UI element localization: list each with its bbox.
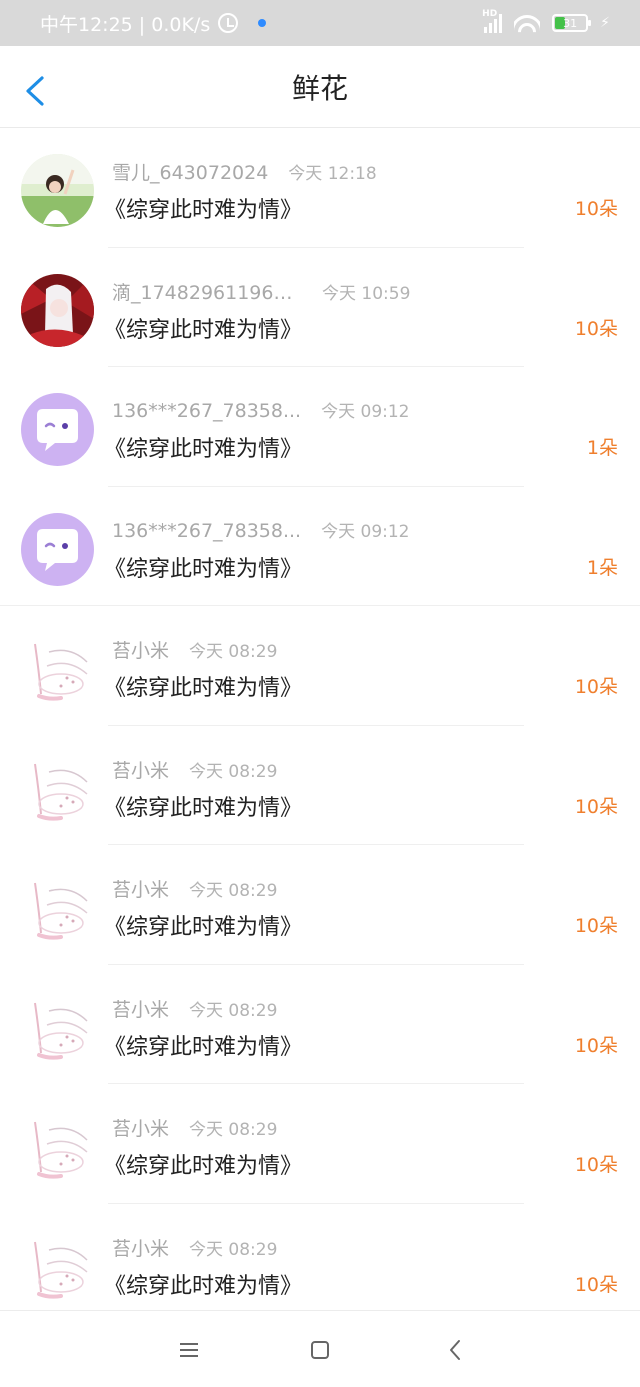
gift-time: 今天 08:29 xyxy=(189,1000,278,1021)
user-name[interactable]: 雪儿_643072024 xyxy=(112,158,268,185)
flower-count: 10朵 xyxy=(574,317,618,340)
page-title: 鲜花 xyxy=(291,71,348,105)
flower-count: 1朵 xyxy=(586,556,618,579)
system-nav-bar xyxy=(0,1310,640,1387)
user-name[interactable]: 136***267_78358... xyxy=(112,400,301,422)
sketch-bunny-avatar[interactable] xyxy=(21,1110,94,1183)
user-name[interactable]: 苔小米 xyxy=(112,756,169,783)
gift-time: 今天 08:29 xyxy=(189,881,278,901)
anime-red-avatar[interactable] xyxy=(21,273,94,347)
name-line: 滴_174829611961... 今天 10:59 xyxy=(112,278,410,305)
default-chat-avatar[interactable] xyxy=(21,512,94,586)
user-name[interactable]: 苔小米 xyxy=(112,636,169,663)
list-item[interactable]: 苔小米 今天 08:29 《综穿此时难为情》 10朵 xyxy=(0,965,640,1084)
menu-icon xyxy=(180,1343,198,1357)
back-button[interactable] xyxy=(24,76,48,106)
sketch-bunny-avatar[interactable] xyxy=(21,990,94,1064)
notification-dot-icon xyxy=(258,19,267,27)
list-item[interactable]: 苔小米 今天 08:29 《综穿此时难为情》 10朵 xyxy=(0,1084,640,1204)
battery-level: 31 xyxy=(563,16,578,30)
name-line: 苔小米 今天 08:29 xyxy=(112,756,277,783)
flower-count: 10朵 xyxy=(574,915,618,937)
gift-time: 今天 08:29 xyxy=(189,761,278,782)
app-header: 鲜花 xyxy=(0,46,640,128)
book-title[interactable]: 《综穿此时难为情》 xyxy=(104,1268,302,1300)
photo-girl-avatar[interactable] xyxy=(21,154,94,227)
list-item[interactable]: 滴_174829611961... 今天 10:59 《综穿此时难为情》 10朵 xyxy=(0,248,640,367)
gift-time: 今天 09:12 xyxy=(321,521,410,542)
home-square-icon xyxy=(311,1341,329,1359)
name-line: 苔小米 今天 08:29 xyxy=(112,875,277,902)
user-name[interactable]: 苔小米 xyxy=(112,1114,169,1141)
flower-count: 1朵 xyxy=(586,437,618,459)
list-item[interactable]: 雪儿_643072024 今天 12:18 《综穿此时难为情》 10朵 xyxy=(0,128,640,248)
gift-time: 今天 08:29 xyxy=(189,642,278,662)
book-title[interactable]: 《综穿此时难为情》 xyxy=(104,551,302,583)
nav-back-button[interactable] xyxy=(440,1335,470,1365)
book-title[interactable]: 《综穿此时难为情》 xyxy=(104,909,302,941)
book-title[interactable]: 《综穿此时难为情》 xyxy=(104,670,302,702)
menu-button[interactable] xyxy=(174,1335,204,1365)
status-left: 中午12:25 | 0.0K/s xyxy=(40,10,267,37)
list-item[interactable]: 136***267_78358... 今天 09:12 《综穿此时难为情》 1朵 xyxy=(0,487,640,606)
signal-icon: HD xyxy=(482,9,503,33)
flower-count: 10朵 xyxy=(574,795,618,818)
book-title[interactable]: 《综穿此时难为情》 xyxy=(104,431,302,463)
wifi-icon xyxy=(514,13,540,33)
list-item[interactable]: 苔小米 今天 08:29 《综穿此时难为情》 10朵 xyxy=(0,606,640,726)
alarm-clock-icon xyxy=(218,13,239,33)
name-line: 136***267_78358... 今天 09:12 xyxy=(112,517,410,542)
battery-icon: 31 xyxy=(552,14,592,32)
name-line: 苔小米 今天 08:29 xyxy=(112,1234,277,1261)
status-bar: 中午12:25 | 0.0K/s HD 31 ⚡ xyxy=(0,0,640,46)
charging-bolt-icon: ⚡ xyxy=(600,15,610,31)
back-arrow-icon xyxy=(26,76,44,106)
sketch-bunny-avatar[interactable] xyxy=(21,632,94,705)
sketch-bunny-avatar[interactable] xyxy=(21,1229,94,1303)
name-line: 136***267_78358... 今天 09:12 xyxy=(112,397,410,422)
name-line: 雪儿_643072024 今天 12:18 xyxy=(112,158,377,185)
name-line: 苔小米 今天 08:29 xyxy=(112,995,277,1022)
user-name[interactable]: 滴_174829611961... xyxy=(112,278,302,305)
gift-list: 雪儿_643072024 今天 12:18 《综穿此时难为情》 10朵 滴_174829… xyxy=(0,128,640,1323)
name-line: 苔小米 今天 08:29 xyxy=(112,1114,277,1141)
status-right: HD 31 ⚡ xyxy=(482,9,610,33)
flower-count: 10朵 xyxy=(574,1154,618,1176)
flower-count: 10朵 xyxy=(574,1273,618,1296)
user-name[interactable]: 苔小米 xyxy=(112,1234,169,1261)
flower-count: 10朵 xyxy=(574,676,618,698)
gift-time: 今天 09:12 xyxy=(321,402,410,422)
back-chevron-icon xyxy=(450,1340,460,1360)
flower-count: 10朵 xyxy=(574,198,618,220)
default-chat-avatar[interactable] xyxy=(21,393,94,466)
book-title[interactable]: 《综穿此时难为情》 xyxy=(104,790,302,822)
user-name[interactable]: 136***267_78358... xyxy=(112,520,301,542)
user-name[interactable]: 苔小米 xyxy=(112,875,169,902)
book-title[interactable]: 《综穿此时难为情》 xyxy=(104,192,302,224)
status-time-speed: 中午12:25 | 0.0K/s xyxy=(40,13,211,36)
gift-time: 今天 08:29 xyxy=(189,1120,278,1140)
flower-count: 10朵 xyxy=(574,1034,618,1057)
list-item[interactable]: 苔小米 今天 08:29 《综穿此时难为情》 10朵 xyxy=(0,726,640,845)
list-item[interactable]: 苔小米 今天 08:29 《综穿此时难为情》 10朵 xyxy=(0,845,640,965)
book-title[interactable]: 《综穿此时难为情》 xyxy=(104,1148,302,1180)
user-name[interactable]: 苔小米 xyxy=(112,995,169,1022)
name-line: 苔小米 今天 08:29 xyxy=(112,636,277,663)
book-title[interactable]: 《综穿此时难为情》 xyxy=(104,312,302,344)
home-button[interactable] xyxy=(305,1335,335,1365)
list-item[interactable]: 136***267_78358... 今天 09:12 《综穿此时难为情》 1朵 xyxy=(0,367,640,487)
sketch-bunny-avatar[interactable] xyxy=(21,871,94,944)
sketch-bunny-avatar[interactable] xyxy=(21,751,94,825)
gift-time: 今天 10:59 xyxy=(322,283,411,304)
gift-time: 今天 08:29 xyxy=(189,1239,278,1260)
book-title[interactable]: 《综穿此时难为情》 xyxy=(104,1029,302,1061)
gift-time: 今天 12:18 xyxy=(288,164,377,184)
list-item[interactable]: 苔小米 今天 08:29 《综穿此时难为情》 10朵 xyxy=(0,1204,640,1323)
